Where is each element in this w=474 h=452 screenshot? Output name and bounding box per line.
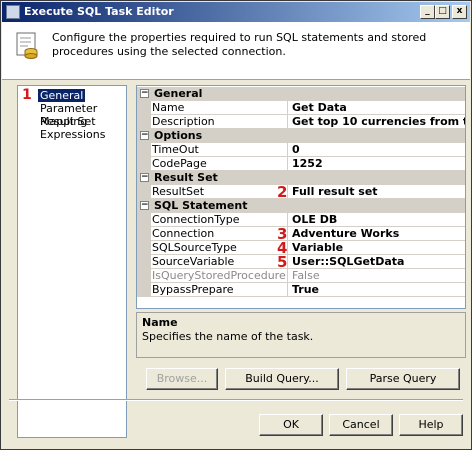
prop-name: ResultSet <box>151 185 288 199</box>
help-button[interactable]: Help <box>399 414 463 436</box>
collapse-icon[interactable]: − <box>140 89 149 98</box>
prop-name: Name <box>151 101 288 115</box>
category-sql-statement[interactable]: − SQL Statement <box>137 199 465 213</box>
nav-item-general[interactable]: General <box>38 89 86 102</box>
prop-value[interactable]: True <box>288 283 465 297</box>
parse-query-button[interactable]: Parse Query <box>346 368 460 390</box>
prop-row-timeout[interactable]: TimeOut 0 <box>137 143 465 157</box>
prop-row-name[interactable]: Name Get Data <box>137 101 465 115</box>
separator <box>9 399 463 401</box>
help-title: Name <box>142 316 178 329</box>
prop-name: TimeOut <box>151 143 288 157</box>
close-button[interactable]: x <box>452 5 467 19</box>
prop-row-resultset[interactable]: ResultSet Full result set 2 <box>137 183 465 201</box>
page-nav-list: 1 General Parameter Mapping Result Set E… <box>17 85 127 438</box>
prop-name: SQLSourceType <box>151 241 288 255</box>
prop-value[interactable]: User::SQLGetData <box>288 255 465 269</box>
prop-row-connectiontype[interactable]: ConnectionType OLE DB <box>137 213 465 227</box>
nav-item-result-set[interactable]: Result Set <box>38 115 98 128</box>
prop-value[interactable]: Variable <box>288 241 465 255</box>
ok-button[interactable]: OK <box>259 414 323 436</box>
property-grid: − General Name Get Data Description Get … <box>136 85 466 309</box>
prop-name: IsQueryStoredProcedure <box>151 269 288 283</box>
prop-row-codepage[interactable]: CodePage 1252 <box>137 157 465 171</box>
prop-name: BypassPrepare <box>151 283 288 297</box>
minimize-button[interactable]: _ <box>420 5 435 19</box>
callout-1: 1 <box>22 87 32 103</box>
property-help-panel: Name Specifies the name of the task. <box>136 312 466 358</box>
header-panel: Configure the properties required to run… <box>2 22 470 80</box>
prop-name: CodePage <box>151 157 288 171</box>
prop-value[interactable]: Full result set <box>288 185 465 199</box>
collapse-icon[interactable]: − <box>140 201 149 210</box>
prop-value[interactable]: Adventure Works <box>288 227 465 241</box>
prop-row-sourcevariable[interactable]: SourceVariable User::SQLGetData 5 <box>137 253 465 271</box>
build-query-button[interactable]: Build Query... <box>225 368 339 390</box>
sql-task-icon <box>16 32 38 59</box>
prop-value[interactable]: 1252 <box>288 157 465 171</box>
prop-row-sqlsourcetype[interactable]: SQLSourceType Variable 4 <box>137 239 465 257</box>
category-label: Options <box>154 129 203 142</box>
category-label: Result Set <box>154 171 218 184</box>
app-icon <box>6 5 20 19</box>
execute-sql-task-editor-window: Execute SQL Task Editor _ □ x Configure … <box>0 0 472 450</box>
category-general[interactable]: − General <box>137 87 465 101</box>
category-result-set[interactable]: − Result Set <box>137 171 465 185</box>
nav-item-expressions[interactable]: Expressions <box>38 128 107 141</box>
header-description: Configure the properties required to run… <box>52 31 427 58</box>
category-label: General <box>154 87 203 100</box>
prop-value[interactable]: OLE DB <box>288 213 465 227</box>
prop-name: Connection <box>151 227 288 241</box>
prop-value[interactable]: Get Data <box>288 101 465 115</box>
help-text: Specifies the name of the task. <box>142 330 314 343</box>
prop-name: SourceVariable <box>151 255 288 269</box>
browse-button[interactable]: Browse... <box>146 368 218 390</box>
category-label: SQL Statement <box>154 199 248 212</box>
collapse-icon[interactable]: − <box>140 173 149 182</box>
maximize-button[interactable]: □ <box>435 5 450 19</box>
prop-name: ConnectionType <box>151 213 288 227</box>
prop-row-bypassprepare[interactable]: BypassPrepare True <box>137 283 465 297</box>
prop-row-isquerystoredprocedure: IsQueryStoredProcedure False <box>137 269 465 283</box>
category-options[interactable]: − Options <box>137 129 465 143</box>
prop-name: Description <box>151 115 288 129</box>
prop-value: False <box>288 269 465 283</box>
nav-item-parameter-mapping[interactable]: Parameter Mapping <box>38 102 126 128</box>
collapse-icon[interactable]: − <box>140 131 149 140</box>
prop-value[interactable]: Get top 10 currencies from table. <box>288 115 465 129</box>
prop-value[interactable]: 0 <box>288 143 465 157</box>
prop-row-description[interactable]: Description Get top 10 currencies from t… <box>137 115 465 129</box>
prop-row-connection[interactable]: Connection Adventure Works 3 <box>137 225 465 243</box>
cancel-button[interactable]: Cancel <box>329 414 393 436</box>
title-bar[interactable]: Execute SQL Task Editor _ □ x <box>2 2 470 22</box>
window-title: Execute SQL Task Editor <box>24 5 174 18</box>
